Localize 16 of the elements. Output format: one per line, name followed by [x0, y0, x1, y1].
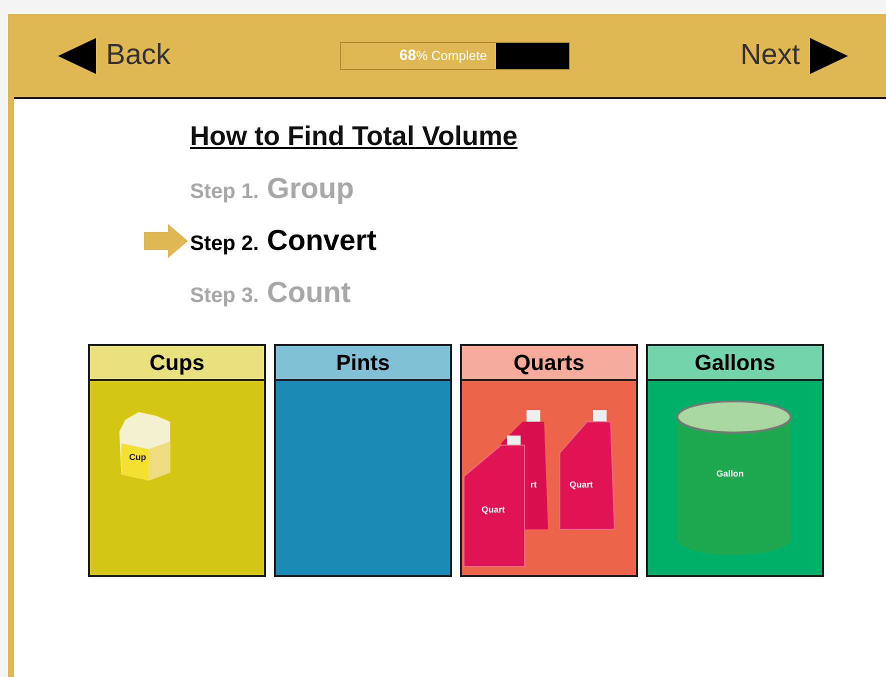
- next-button[interactable]: Next: [740, 36, 848, 76]
- column-header: Pints: [274, 344, 452, 381]
- paint-can-drawing: Gallon: [648, 381, 822, 575]
- step-label: Step 3. Count: [190, 276, 351, 310]
- step-label: Step 1. Group: [190, 172, 354, 206]
- progress-label: 68% Complete: [399, 46, 487, 64]
- next-arrow-icon: [808, 36, 848, 76]
- page-title: How to Find Total Volume: [190, 121, 518, 152]
- column-header: Cups: [88, 344, 266, 381]
- back-arrow-icon: [58, 36, 98, 76]
- step-label: Step 2. Convert: [190, 224, 376, 258]
- column-header: Quarts: [460, 344, 638, 381]
- milk-carton-drawing: Cup: [90, 381, 264, 575]
- back-button[interactable]: Back: [58, 36, 170, 76]
- oil-bottles-drawing: rt Quart Quart: [462, 381, 636, 575]
- column-header: Gallons: [646, 344, 824, 381]
